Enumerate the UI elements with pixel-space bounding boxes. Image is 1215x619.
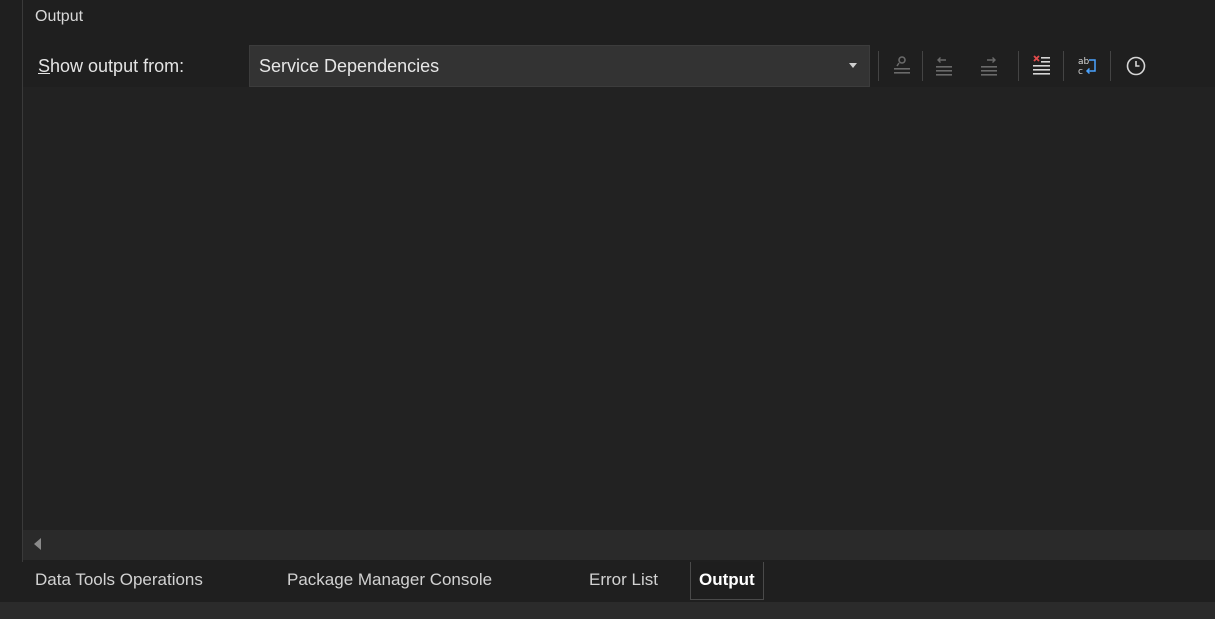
panel-title: Output (35, 8, 84, 25)
toggle-word-wrap-icon: ab c (1078, 57, 1096, 77)
toolbar-separator (878, 51, 879, 81)
toggle-timestamps-button[interactable] (1121, 51, 1151, 81)
chevron-down-icon[interactable] (849, 63, 857, 68)
tool-window-tab-bar: Data Tools Operations Package Manager Co… (22, 562, 1215, 602)
toolbar-separator (922, 51, 923, 81)
left-edge (0, 0, 8, 619)
output-text-area[interactable] (23, 87, 1215, 530)
output-source-value: Service Dependencies (259, 56, 440, 76)
find-message-in-code-button[interactable] (887, 51, 917, 81)
clock-icon (1126, 56, 1146, 76)
bottom-strip (0, 602, 1215, 619)
tab-data-tools-operations[interactable]: Data Tools Operations (35, 562, 203, 600)
clear-all-icon (1033, 55, 1050, 75)
scroll-left-icon[interactable] (34, 538, 41, 550)
toolbar-separator (1018, 51, 1019, 81)
svg-text:c: c (1078, 67, 1083, 77)
toolbar-separator (1063, 51, 1064, 81)
show-output-mnemonic: S (38, 56, 51, 76)
output-source-dropdown[interactable]: Service Dependencies (249, 45, 870, 87)
horizontal-scrollbar[interactable] (23, 530, 1215, 560)
show-output-label-text: how output from: (50, 56, 185, 76)
go-to-next-message-button[interactable] (974, 51, 1004, 81)
svg-text:ab: ab (1078, 57, 1090, 67)
clear-all-button[interactable] (1027, 51, 1057, 81)
tab-output[interactable]: Output (690, 562, 764, 600)
go-to-previous-message-button[interactable] (929, 51, 959, 81)
tab-package-manager-console[interactable]: Package Manager Console (287, 562, 492, 600)
tab-error-list[interactable]: Error List (589, 562, 658, 600)
output-panel: Output Show output from: Service Depende… (22, 0, 1215, 562)
find-message-in-code-icon (894, 56, 910, 74)
output-tool-window: Output Show output from: Service Depende… (0, 0, 1215, 619)
go-to-previous-message-icon (936, 57, 952, 76)
go-to-next-message-icon (981, 57, 997, 76)
toolbar-separator (1110, 51, 1111, 81)
toggle-word-wrap-button[interactable]: ab c (1073, 51, 1103, 81)
show-output-from-label: Show output from: (38, 45, 184, 87)
output-toolbar: Show output from: Service Dependencies a… (23, 45, 1215, 87)
